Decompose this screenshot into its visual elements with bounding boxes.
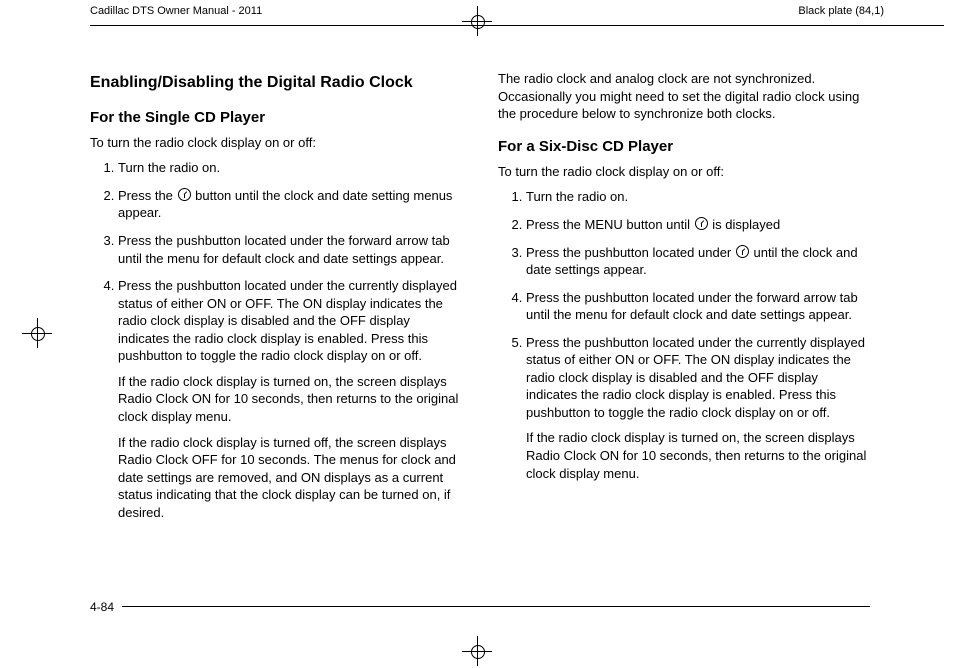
- registration-mark-icon: [22, 318, 52, 348]
- list-item: Press the pushbutton located under until…: [526, 244, 870, 279]
- list-item: Press the button until the clock and dat…: [118, 187, 462, 222]
- clock-icon: [695, 217, 708, 230]
- step-text: Press the pushbutton located under the f…: [118, 233, 450, 266]
- step-text: Press the MENU button until: [526, 217, 694, 232]
- list-item: Press the MENU button until is displayed: [526, 216, 870, 234]
- step-text: Press the: [118, 188, 177, 203]
- step-subtext: If the radio clock display is turned off…: [118, 434, 462, 522]
- step-text: Turn the radio on.: [118, 160, 220, 175]
- registration-mark-icon: [462, 6, 492, 36]
- list-item: Press the pushbutton located under the f…: [118, 232, 462, 267]
- step-text: Press the pushbutton located under the c…: [118, 278, 457, 363]
- list-item: Press the pushbutton located under the c…: [118, 277, 462, 521]
- section-title: Enabling/Disabling the Digital Radio Clo…: [90, 72, 462, 94]
- header-left-label: Cadillac DTS Owner Manual - 2011: [90, 4, 268, 19]
- step-text: Press the pushbutton located under the f…: [526, 290, 858, 323]
- list-item: Turn the radio on.: [526, 188, 870, 206]
- list-item: Press the pushbutton located under the f…: [526, 289, 870, 324]
- list-item: Press the pushbutton located under the c…: [526, 334, 870, 482]
- step-text: Press the pushbutton located under the c…: [526, 335, 865, 420]
- intro-text: To turn the radio clock display on or of…: [498, 163, 870, 181]
- registration-mark-icon: [462, 636, 492, 666]
- page-number: 4-84: [90, 599, 122, 615]
- step-subtext: If the radio clock display is turned on,…: [526, 429, 870, 482]
- footer-rule: [90, 606, 870, 607]
- right-column: The radio clock and analog clock are not…: [498, 66, 870, 531]
- subsection-title: For a Six-Disc CD Player: [498, 137, 870, 157]
- header-rule: [90, 25, 944, 26]
- step-text: Press the pushbutton located under: [526, 245, 735, 260]
- intro-text: To turn the radio clock display on or of…: [90, 134, 462, 152]
- page-footer: 4-84: [90, 598, 870, 616]
- header-right-label: Black plate (84,1): [792, 4, 884, 19]
- left-column: Enabling/Disabling the Digital Radio Clo…: [90, 66, 462, 531]
- clock-icon: [736, 245, 749, 258]
- intro-text: The radio clock and analog clock are not…: [498, 70, 870, 123]
- procedure-list: Turn the radio on. Press the button unti…: [90, 159, 462, 521]
- page-header: Cadillac DTS Owner Manual - 2011 Black p…: [90, 14, 944, 36]
- procedure-list: Turn the radio on. Press the MENU button…: [498, 188, 870, 482]
- list-item: Turn the radio on.: [118, 159, 462, 177]
- clock-icon: [178, 188, 191, 201]
- step-text: Turn the radio on.: [526, 189, 628, 204]
- step-text: is displayed: [709, 217, 781, 232]
- subsection-title: For the Single CD Player: [90, 108, 462, 128]
- page-body: Enabling/Disabling the Digital Radio Clo…: [90, 66, 870, 531]
- step-subtext: If the radio clock display is turned on,…: [118, 373, 462, 426]
